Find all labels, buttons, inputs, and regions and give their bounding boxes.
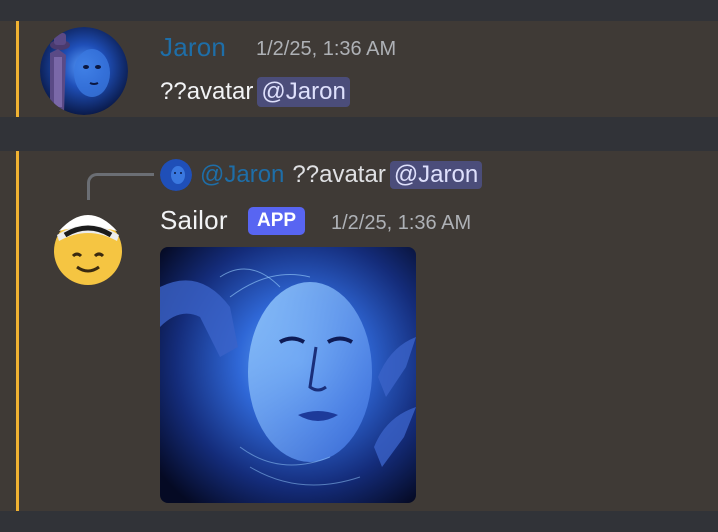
reply-username[interactable]: @Jaron <box>200 161 284 189</box>
reply-mention[interactable]: @Jaron <box>389 161 483 189</box>
message-jaron[interactable]: Jaron 1/2/25, 1:36 AM ??avatar @Jaron <box>0 21 718 117</box>
username[interactable]: Jaron <box>160 32 226 62</box>
reply-text: ??avatar @Jaron <box>292 161 483 189</box>
timestamp[interactable]: 1/2/25, 1:36 AM <box>256 37 396 61</box>
username[interactable]: Sailor <box>160 205 228 235</box>
jaron-avatar[interactable] <box>40 27 128 115</box>
reply-message-text: ??avatar <box>292 161 386 188</box>
chat-view: Jaron 1/2/25, 1:36 AM ??avatar @Jaron @Ja… <box>0 0 718 532</box>
user-mention[interactable]: @Jaron <box>257 77 350 107</box>
mention-highlight-bar <box>16 151 19 511</box>
message-text: ??avatar <box>160 78 254 105</box>
message-sailor[interactable]: @Jaron ??avatar @Jaron Sailor APP 1/2/25… <box>0 151 718 511</box>
mention-highlight-bar <box>16 21 19 117</box>
app-badge: APP <box>248 207 306 235</box>
timestamp[interactable]: 1/2/25, 1:36 AM <box>331 211 471 235</box>
reply-avatar <box>160 159 192 191</box>
reply-connector <box>87 173 154 200</box>
avatar-attachment-image[interactable] <box>160 247 416 503</box>
sailor-avatar[interactable] <box>45 201 131 287</box>
message-content: ??avatar @Jaron <box>160 77 350 107</box>
reply-preview[interactable]: @Jaron ??avatar @Jaron <box>160 158 483 192</box>
